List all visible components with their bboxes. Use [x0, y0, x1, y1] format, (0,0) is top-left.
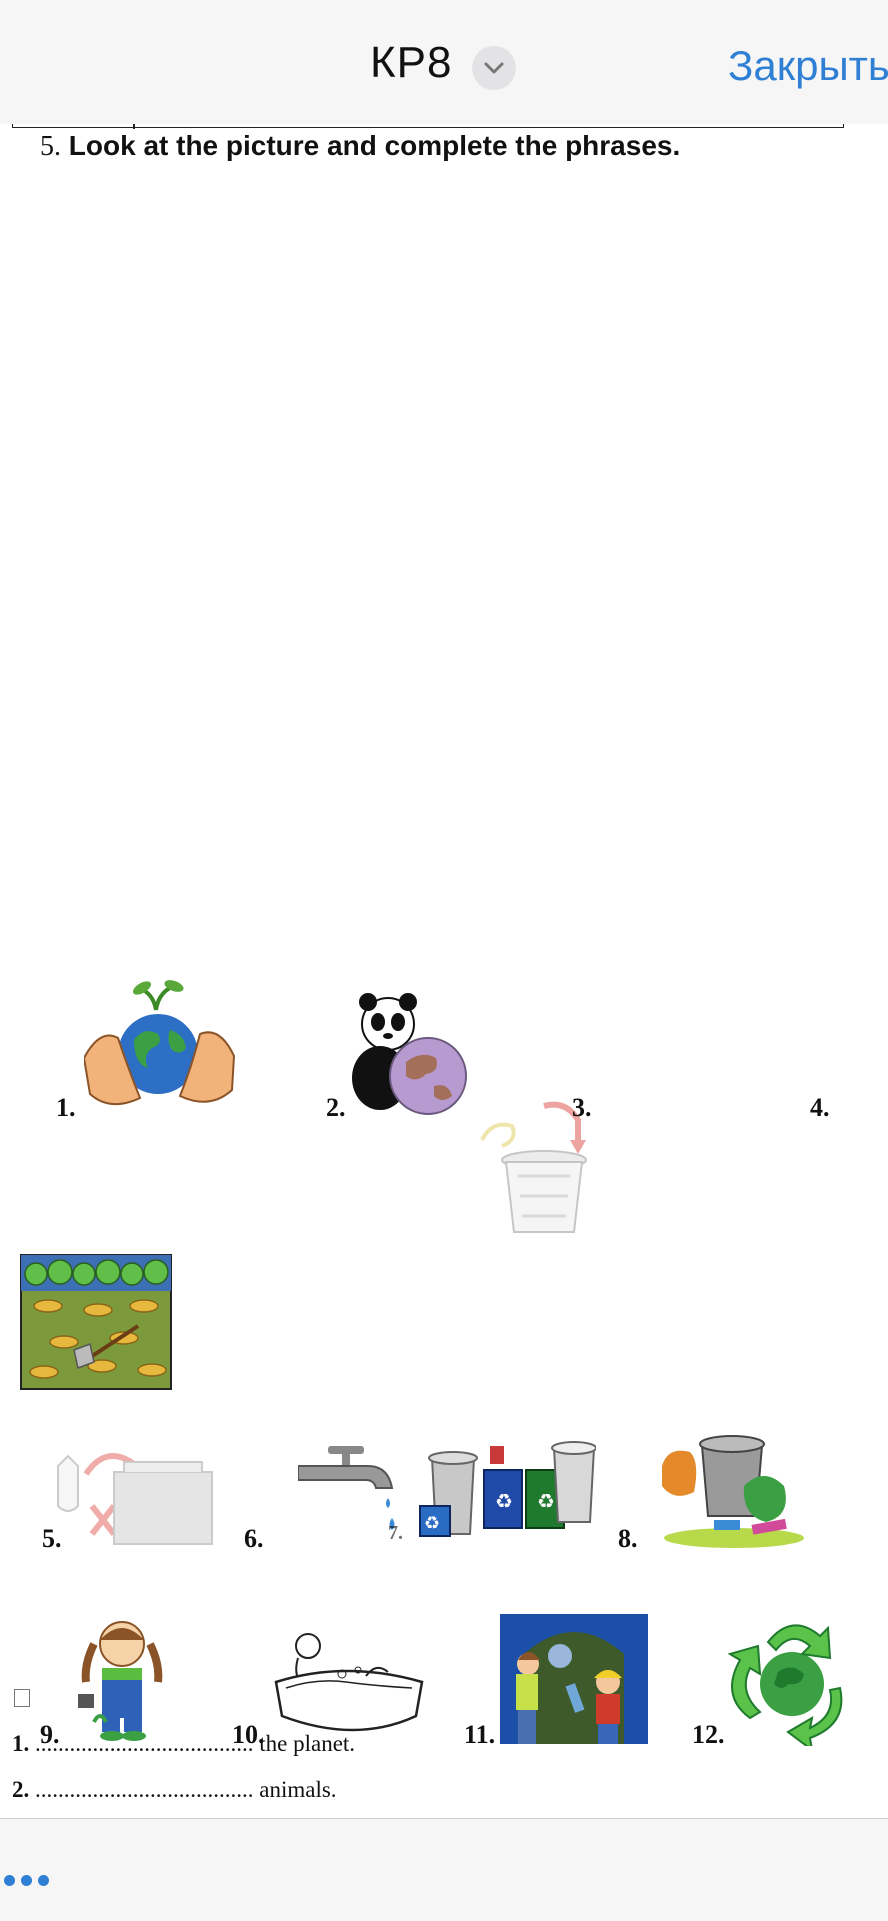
- phrase-number: 2.: [12, 1777, 30, 1802]
- document-viewer[interactable]: 5. Look at the picture and complete the …: [0, 124, 888, 1818]
- hands-holding-earth-icon: [84, 980, 236, 1105]
- garbage-can-icon: [662, 1435, 804, 1548]
- girl-gardener-icon: [78, 1621, 163, 1741]
- phrase-line: 2. .....................................…: [12, 1777, 337, 1803]
- svg-text:♻: ♻: [537, 1489, 555, 1513]
- previous-table-edge: [12, 124, 844, 129]
- recycle-globe-icon: [728, 1624, 843, 1746]
- ellipsis-icon: [38, 1875, 49, 1886]
- picture-label: 12.: [692, 1720, 725, 1749]
- phrase-number: 1.: [12, 1731, 30, 1756]
- picture-label: 6.: [244, 1524, 264, 1553]
- phrase-blank: ......................................: [35, 1731, 254, 1756]
- ellipsis-icon: [21, 1875, 32, 1886]
- plastic-bag-bin-icon: [57, 1453, 213, 1545]
- picture-label: 7.: [388, 1522, 403, 1544]
- phrase-text: the planet.: [259, 1731, 356, 1756]
- picture-label: 3.: [572, 1093, 592, 1122]
- task-number: 5.: [40, 131, 61, 162]
- picture-label: 11.: [464, 1720, 496, 1749]
- picture-label: 5.: [42, 1524, 62, 1553]
- chevron-down-icon: [484, 62, 504, 74]
- task-instruction: Look at the picture and complete the phr…: [68, 130, 681, 161]
- phrase-line: 1. .....................................…: [12, 1731, 355, 1757]
- title-menu-button[interactable]: [472, 46, 516, 90]
- picture-label: 4.: [810, 1093, 830, 1122]
- more-options-button[interactable]: [4, 1875, 52, 1895]
- checkbox[interactable]: [14, 1689, 30, 1707]
- navigation-bar: КР8 Закрыть: [0, 0, 888, 125]
- picture-label: 2.: [326, 1093, 346, 1122]
- close-button[interactable]: Закрыть: [728, 42, 888, 90]
- person-in-bath-icon: [274, 1633, 424, 1732]
- deforestation-icon: [20, 1254, 172, 1390]
- recycling-bins-icon: ♻ ♻ ♻: [419, 1441, 596, 1537]
- panda-globe-icon: [352, 993, 467, 1115]
- svg-text:♻: ♻: [495, 1489, 513, 1513]
- ellipsis-icon: [4, 1875, 15, 1886]
- table-divider: [133, 124, 135, 129]
- kids-recycling-bottles-icon: [500, 1614, 648, 1744]
- svg-text:♻: ♻: [424, 1513, 440, 1534]
- picture-label: 1.: [56, 1093, 76, 1122]
- bottom-toolbar: [0, 1818, 888, 1921]
- phrase-blank: ......................................: [35, 1777, 254, 1802]
- task-heading: 5. Look at the picture and complete the …: [40, 130, 680, 163]
- document-title[interactable]: КР8: [370, 38, 452, 88]
- phrase-text: animals.: [259, 1777, 337, 1802]
- picture-label: 8.: [618, 1524, 638, 1553]
